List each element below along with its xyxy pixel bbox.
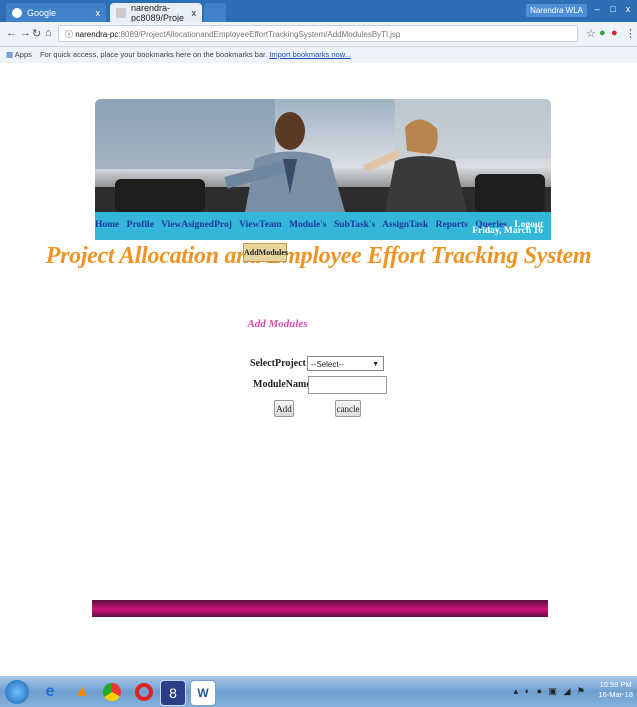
eclipse-icon[interactable]: 8: [160, 680, 186, 706]
info-icon[interactable]: ⓘ: [65, 30, 75, 39]
cancel-button[interactable]: cancle: [335, 400, 361, 417]
clock-date: 16-Mar-18: [598, 690, 633, 699]
menu-icon[interactable]: ⋮: [625, 27, 636, 40]
word-icon[interactable]: W: [190, 680, 216, 706]
nav-view-assigned-proj[interactable]: ViewAsignedProj: [161, 220, 232, 230]
app-title: Project Allocation and Employee Effort T…: [45, 243, 592, 269]
select-project-label: SelectProject: [250, 358, 306, 369]
forward-icon[interactable]: →: [20, 27, 31, 39]
extension-icon[interactable]: ●: [599, 27, 606, 39]
tab-google-label: Google: [27, 7, 57, 18]
module-name-input[interactable]: [308, 376, 387, 394]
browser-titlebar: Google x narendra-pc8089/Proje x Narendr…: [0, 0, 637, 23]
taskbar-clock[interactable]: 10:59 PM 16-Mar-18: [598, 680, 633, 700]
module-name-label: ModuleName: [253, 379, 311, 390]
main-nav: Home Profile ViewAsignedProj ViewTeam Mo…: [95, 212, 551, 240]
tab-google[interactable]: Google x: [6, 3, 106, 22]
minimize-button[interactable]: –: [589, 3, 605, 16]
opera-icon[interactable]: ●: [611, 27, 618, 39]
office-photo: [95, 99, 551, 212]
menu-item-add-modules[interactable]: AddModules: [243, 243, 288, 262]
new-tab-button[interactable]: [204, 3, 226, 22]
apps-label: Apps: [14, 50, 32, 59]
star-icon[interactable]: ☆: [586, 27, 596, 40]
tab-close-icon[interactable]: x: [96, 8, 101, 18]
bookmarks-bar: ▦ Apps For quick access, place your book…: [0, 47, 637, 63]
nav-subtasks[interactable]: SubTask's: [334, 220, 375, 230]
opera-taskbar-icon[interactable]: [132, 680, 156, 704]
close-window-button[interactable]: x: [620, 3, 636, 16]
home-icon[interactable]: ⌂: [45, 27, 52, 39]
bookmarks-hint: For quick access, place your bookmarks h…: [39, 50, 268, 59]
tab-active-page[interactable]: narendra-pc8089/Proje x: [110, 2, 202, 23]
maximize-button[interactable]: □: [605, 3, 621, 16]
dropdown-arrow-icon: ▼: [372, 361, 379, 368]
start-icon[interactable]: [5, 680, 29, 704]
tab-active-label: narendra-pc8089/Proje: [131, 2, 185, 23]
google-icon: [12, 7, 22, 18]
address-bar: ← → ↻ ⌂ ⓘ narendra-pc:8089/ProjectAlloca…: [0, 22, 637, 47]
clock-time: 10:59 PM: [599, 680, 632, 689]
nav-view-team[interactable]: ViewTeam: [239, 220, 282, 230]
vlc-icon[interactable]: ▲: [70, 680, 94, 704]
banner-image: [95, 99, 551, 212]
page-icon: [116, 7, 126, 18]
system-tray-icons[interactable]: ▴ ◐ ● ▣ ◢ ⚑: [514, 686, 587, 697]
url-field[interactable]: ⓘ narendra-pc:8089/ProjectAllocationandE…: [58, 25, 578, 42]
import-bookmarks-link[interactable]: Import bookmarks now...: [269, 50, 351, 59]
form-title: Add Modules: [247, 318, 308, 330]
reload-icon[interactable]: ↻: [32, 27, 41, 40]
nav-assign-task[interactable]: AssignTask: [382, 220, 428, 230]
ie-icon[interactable]: e: [38, 680, 62, 704]
tab-close-icon[interactable]: x: [192, 8, 197, 18]
user-badge[interactable]: Narendra WLA: [526, 4, 587, 17]
nav-home[interactable]: Home: [95, 220, 119, 230]
select-project-dropdown[interactable]: --Select-- ▼: [307, 356, 384, 371]
page-footer: [92, 600, 548, 617]
nav-profile[interactable]: Profile: [127, 220, 154, 230]
chrome-icon[interactable]: [100, 680, 124, 704]
apps-grid-icon: ▦: [6, 50, 14, 59]
nav-modules[interactable]: Module's: [289, 220, 326, 230]
current-date: Friday, March 16: [472, 226, 543, 236]
windows-taskbar: e ▲ 8 W ▴ ◐ ● ▣ ◢ ⚑ 10:59 PM 16-Mar-18: [0, 676, 637, 707]
url-host: narendra-pc: [75, 30, 119, 39]
select-project-value: --Select--: [311, 360, 344, 369]
url-path: :8089/ProjectAllocationandEmployeeEffort…: [118, 30, 401, 39]
back-icon[interactable]: ←: [6, 27, 17, 39]
nav-reports[interactable]: Reports: [436, 220, 468, 230]
add-button[interactable]: Add: [274, 400, 294, 417]
apps-shortcut[interactable]: ▦ Apps: [6, 50, 32, 59]
